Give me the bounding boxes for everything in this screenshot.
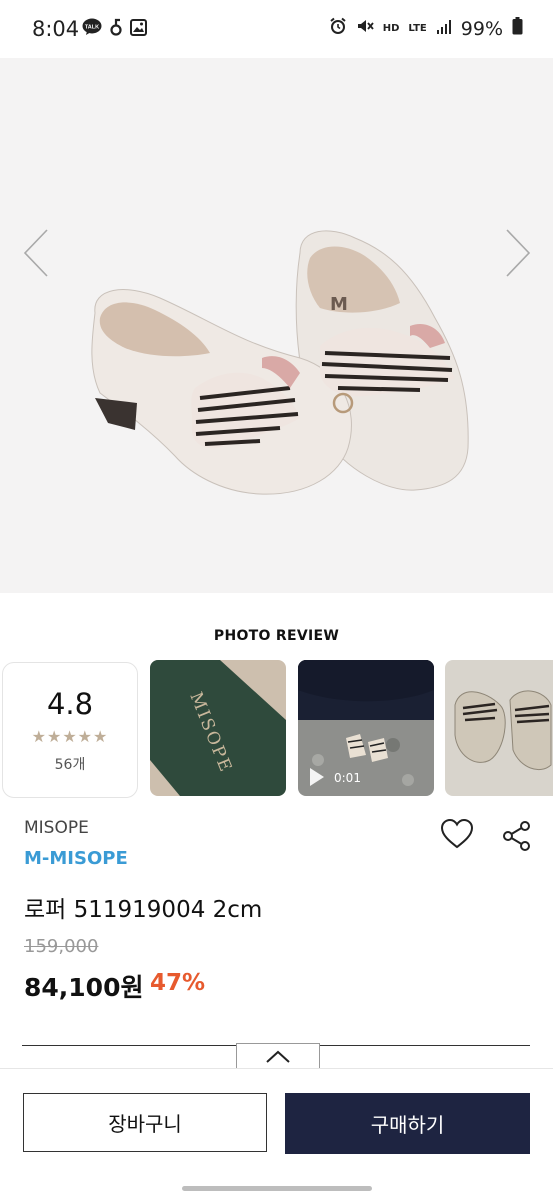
kakaotalk-icon: TALK bbox=[82, 18, 102, 40]
chevron-left-icon[interactable] bbox=[22, 228, 50, 282]
video-duration: 0:01 bbox=[334, 771, 361, 785]
shoes-photo bbox=[445, 660, 553, 796]
brand-mark: M bbox=[330, 294, 348, 315]
svg-text:TALK: TALK bbox=[85, 25, 99, 31]
review-count: 56개 bbox=[54, 757, 86, 773]
rating-stars: ★★★★★ bbox=[31, 727, 109, 746]
battery-icon bbox=[512, 17, 523, 40]
review-thumbnail-video[interactable]: 0:01 bbox=[298, 660, 434, 796]
original-price: 159,000 bbox=[24, 936, 99, 957]
product-brand[interactable]: MISOPE bbox=[24, 818, 89, 838]
chevron-right-icon[interactable] bbox=[504, 228, 532, 282]
photo-review-title: PHOTO REVIEW bbox=[213, 628, 340, 644]
home-indicator[interactable] bbox=[182, 1186, 372, 1191]
video-thumbnail-photo: 0:01 bbox=[298, 660, 434, 796]
alarm-icon bbox=[329, 17, 347, 40]
review-thumbnail[interactable]: MISOPE bbox=[150, 660, 286, 796]
mute-icon bbox=[356, 17, 374, 40]
status-left-icons: TALK bbox=[82, 18, 147, 40]
chevron-up-icon bbox=[266, 1050, 290, 1063]
buy-now-button[interactable]: 구매하기 bbox=[285, 1093, 530, 1154]
signal-icon bbox=[436, 18, 452, 40]
product-name: 로퍼 511919004 2cm bbox=[24, 897, 263, 923]
status-bar: 8:04 TALK HD LTE 99% bbox=[0, 0, 553, 58]
battery-percent: 99% bbox=[460, 17, 503, 40]
sale-price: 84,100원 bbox=[24, 973, 144, 1002]
product-image-carousel[interactable]: M bbox=[0, 58, 553, 593]
shoe-box-photo: MISOPE bbox=[150, 660, 286, 796]
heart-icon[interactable] bbox=[440, 818, 474, 854]
review-thumbnail[interactable] bbox=[445, 660, 553, 796]
gallery-icon bbox=[130, 18, 147, 40]
collapse-toggle[interactable] bbox=[236, 1043, 320, 1070]
discount-rate: 47% bbox=[150, 970, 206, 996]
store-link[interactable]: M-MISOPE bbox=[24, 848, 128, 869]
rating-value: 4.8 bbox=[46, 687, 94, 721]
share-icon[interactable] bbox=[502, 820, 532, 856]
notification-icon bbox=[110, 18, 122, 40]
status-right: HD LTE 99% bbox=[329, 17, 523, 40]
add-to-cart-button[interactable]: 장바구니 bbox=[23, 1093, 267, 1152]
loafers-product-image: M bbox=[91, 230, 469, 495]
review-rating-card[interactable]: 4.8 ★★★★★ 56개 bbox=[2, 662, 138, 798]
status-time: 8:04 bbox=[32, 17, 80, 41]
lte-icon: LTE bbox=[408, 22, 427, 34]
hd-voice-icon: HD bbox=[382, 22, 400, 34]
